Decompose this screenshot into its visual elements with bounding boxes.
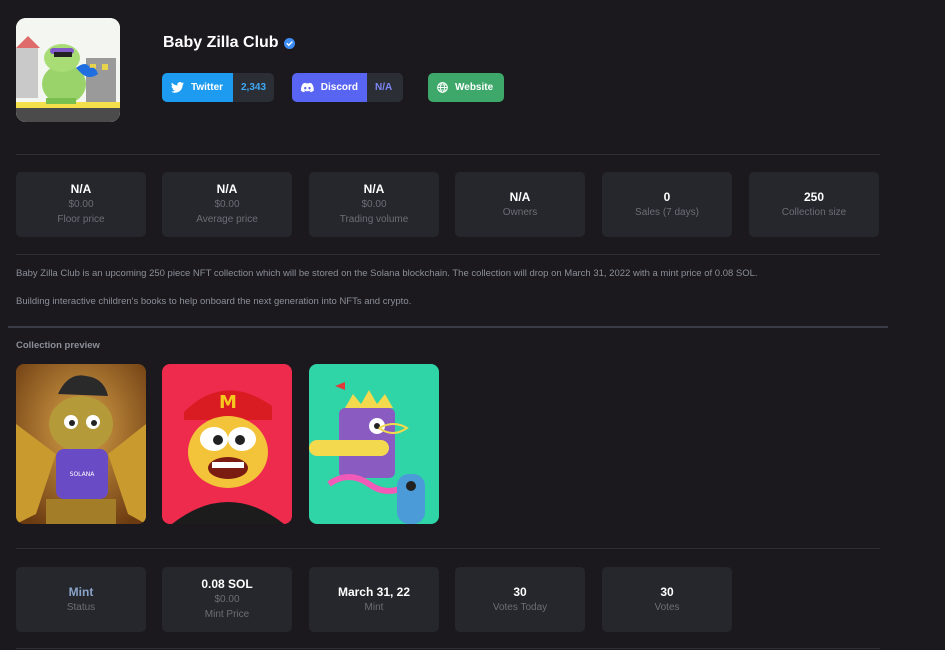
discord-label: Discord [320,82,358,93]
stat-label: Status [66,601,96,613]
mint-status-card: Mint Status [16,567,146,632]
stat-label: Owners [502,206,538,218]
stat-label: Trading volume [339,214,409,225]
stat-label: Average price [196,214,258,225]
mint-price-value: 0.08 SOL [201,577,253,591]
preview-image-3[interactable] [309,364,439,524]
description-paragraph: Building interactive children's books to… [16,296,412,307]
collection-title: Baby Zilla Club [163,34,295,52]
svg-text:M: M [219,392,237,413]
stats-divider [16,254,880,255]
stat-label: Votes Today [492,601,548,613]
header-divider [16,154,880,155]
globe-icon [437,82,448,93]
verified-badge-icon [283,37,295,49]
stat-label: Votes [654,601,680,613]
stat-label: Floor price [57,214,105,225]
stat-value: N/A [216,182,238,196]
website-button[interactable]: Website [428,73,504,102]
stat-value: 0 [663,189,671,204]
discord-icon [301,82,314,93]
mint-date-card: March 31, 22 Mint [309,567,439,632]
stat-trading-volume: N/A $0.00 Trading volume [309,172,439,237]
preview-image-1[interactable]: SOLANA [16,364,146,524]
description-paragraph: Baby Zilla Club is an upcoming 250 piece… [16,268,758,279]
stat-usd: $0.00 [214,199,240,210]
stat-value: 250 [803,189,825,204]
stat-label: Collection size [781,206,847,218]
bottom-divider [16,648,880,649]
stat-label: Mint [364,601,384,613]
twitter-follower-count: 2,343 [233,73,274,102]
stat-value: N/A [509,189,531,204]
votes-today-card: 30 Votes Today [455,567,585,632]
votes-today-value: 30 [513,584,527,599]
stat-label: Mint Price [204,609,250,620]
preview-divider [16,548,880,549]
twitter-button[interactable]: Twitter 2,343 [162,73,274,102]
collection-name: Baby Zilla Club [163,34,279,51]
stat-sales-7-days: 0 Sales (7 days) [602,172,732,237]
stat-value: N/A [70,182,92,196]
mint-status-value: Mint [68,584,94,599]
stat-label: Sales (7 days) [635,206,699,218]
mint-price-usd: $0.00 [214,594,240,605]
mint-date-value: March 31, 22 [337,584,411,599]
discord-member-count: N/A [367,73,403,102]
mint-price-card: 0.08 SOL $0.00 Mint Price [162,567,292,632]
votes-card: 30 Votes [602,567,732,632]
svg-text:SOLANA: SOLANA [70,471,96,478]
collection-logo [16,18,120,122]
stat-usd: $0.00 [361,199,387,210]
stat-value: N/A [363,182,385,196]
twitter-label: Twitter [191,82,224,93]
discord-button[interactable]: Discord N/A [292,73,403,102]
twitter-bird-icon [171,82,184,93]
website-label: Website [455,82,494,93]
stat-usd: $0.00 [68,199,94,210]
preview-image-2[interactable]: M [162,364,292,524]
stat-floor-price: N/A $0.00 Floor price [16,172,146,237]
collection-preview-heading: Collection preview [16,340,100,351]
votes-value: 30 [660,584,674,599]
stat-average-price: N/A $0.00 Average price [162,172,292,237]
stat-collection-size: 250 Collection size [749,172,879,237]
description-divider [8,326,888,328]
stat-owners: N/A Owners [455,172,585,237]
